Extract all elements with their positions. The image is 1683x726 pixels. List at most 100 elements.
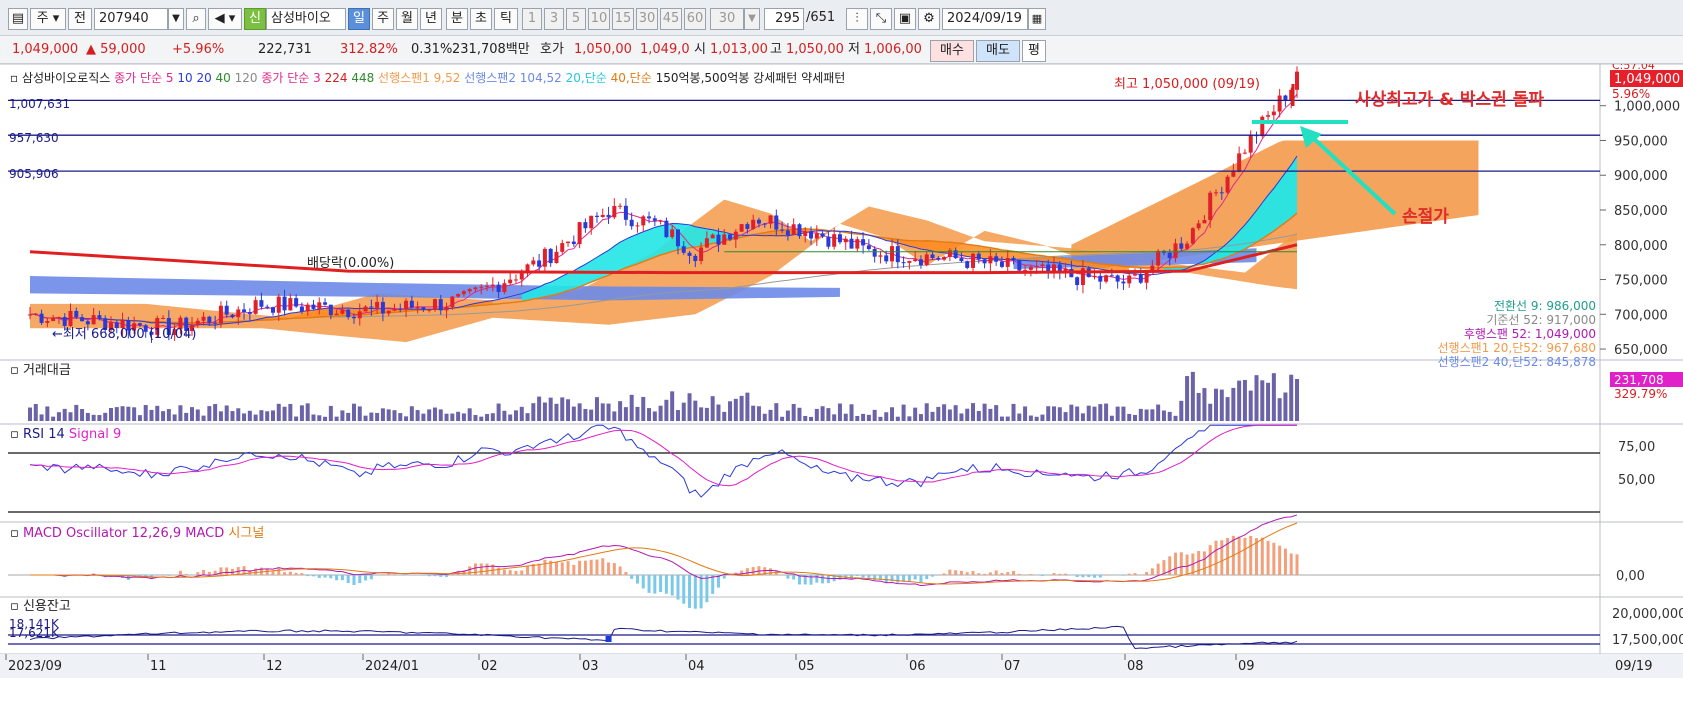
price-tick: 800,000 <box>1614 239 1668 254</box>
macd-osc-bar <box>792 575 796 580</box>
mode-select[interactable]: 주 ▾ <box>30 8 66 30</box>
candle-body <box>791 224 796 236</box>
compare-icon[interactable]: ⤡ <box>870 8 892 30</box>
period-year[interactable]: 년 <box>420 8 442 30</box>
candle-body <box>161 317 166 319</box>
volume-bar <box>1202 388 1207 421</box>
macd-osc-bar <box>526 566 530 575</box>
macd-osc-bar <box>300 573 304 575</box>
code-input[interactable]: 207940 <box>94 8 168 30</box>
macd-osc-bar <box>473 563 477 575</box>
macd-osc-bar <box>838 575 842 580</box>
period-month[interactable]: 월 <box>396 8 418 30</box>
sin-badge[interactable]: 신 <box>244 8 266 30</box>
volume-bar <box>797 407 802 421</box>
minute-60[interactable]: 60 <box>684 8 706 30</box>
macd-osc-bar <box>682 575 686 604</box>
volume-bar <box>924 403 929 421</box>
code-dropdown-icon[interactable]: ▼ <box>168 8 184 30</box>
volume-bar <box>566 399 571 421</box>
legend-item: 종가 단순 3 <box>258 71 321 85</box>
volume-bar <box>913 407 918 421</box>
volume-bar <box>386 409 391 421</box>
candle-body <box>594 215 599 217</box>
volume-bar <box>1190 371 1195 421</box>
minute-1[interactable]: 1 <box>522 8 542 30</box>
macd-osc-bar <box>514 571 518 575</box>
legend-item: 10 <box>174 71 193 85</box>
minute-3[interactable]: 3 <box>544 8 564 30</box>
chart-menu-icon[interactable]: ▤ <box>8 8 28 30</box>
volume-bar <box>224 405 229 421</box>
volume-bar <box>728 401 733 421</box>
minute-15[interactable]: 15 <box>612 8 634 30</box>
period-day[interactable]: 일 <box>348 8 370 30</box>
interval-input[interactable]: 30 <box>710 8 744 30</box>
candle-body <box>745 224 750 229</box>
candle-body <box>566 241 571 244</box>
x-tick-label: 11 <box>150 659 167 674</box>
calendar-icon[interactable]: ▦ <box>1028 8 1046 30</box>
legend-item: 종가 단순 5 <box>110 71 173 85</box>
price-tick: 1,000,000 <box>1614 100 1680 115</box>
minute-5[interactable]: 5 <box>566 8 586 30</box>
stock-name-field[interactable]: 삼성바이오 <box>266 8 346 30</box>
macd-osc-bar <box>994 570 998 575</box>
x-tick-label: 2023/09 <box>8 659 62 674</box>
candle-body <box>959 258 964 262</box>
date-input[interactable]: 2024/09/19 <box>942 8 1028 30</box>
save-icon[interactable]: ▣ <box>894 8 916 30</box>
jeon-button[interactable]: 전 <box>68 8 92 30</box>
chart-area[interactable]: 1,000,000 950,000 900,000 850,000 800,000 750… <box>0 64 1683 726</box>
ichimoku-label: 후행스팬 52: 1,049,000 <box>1464 326 1596 341</box>
interval-dropdown-icon[interactable]: ▼ <box>744 8 760 30</box>
period-minute[interactable]: 분 <box>446 8 468 30</box>
low-annotation: ←최저 668,000 (10/04) <box>52 327 196 342</box>
search-icon[interactable]: ⌕ <box>186 8 206 30</box>
candle-body <box>855 239 860 249</box>
candle-body <box>722 234 727 245</box>
period-tick[interactable]: 틱 <box>494 8 518 30</box>
period-second[interactable]: 초 <box>470 8 492 30</box>
candle-body <box>652 218 657 221</box>
macd-osc-bar <box>1139 574 1143 575</box>
macd-osc-bar <box>1220 540 1224 575</box>
volume-bar <box>548 397 553 421</box>
speaker-icon[interactable]: ◀ ▾ <box>208 8 242 30</box>
macd-osc-bar <box>1156 563 1160 575</box>
quote-ask: 1,050,00 <box>574 42 632 57</box>
volume-bar <box>473 415 478 421</box>
macd-osc-bar <box>202 569 206 575</box>
volume-bar <box>421 413 426 421</box>
candle-body <box>1190 228 1195 244</box>
avg-button[interactable]: 평 <box>1022 40 1046 62</box>
top-cut-label: C:57.04 <box>1612 64 1655 72</box>
candle-type-icon[interactable]: ⫶ <box>846 8 868 30</box>
volume-bar <box>1161 410 1166 421</box>
volume-bar <box>837 403 842 421</box>
minute-10[interactable]: 10 <box>588 8 610 30</box>
period-week[interactable]: 주 <box>372 8 394 30</box>
macd-title-text: MACD Oscillator 12,26,9 <box>23 526 181 541</box>
count-input[interactable]: 295 <box>764 8 804 30</box>
price-tick: 700,000 <box>1614 308 1668 323</box>
candle-body <box>253 300 258 314</box>
candle-body <box>999 261 1004 267</box>
volume-bar <box>1179 400 1184 421</box>
macd-osc-bar <box>1029 574 1033 575</box>
buy-button[interactable]: 매수 <box>930 40 974 62</box>
volume-bar <box>409 406 414 421</box>
settings-gear-icon[interactable]: ⚙ <box>918 8 940 30</box>
rsi-signal-text: Signal 9 <box>69 427 121 442</box>
toolbar-main: ▤ 주 ▾ 전 207940 ▼ ⌕ ◀ ▾ 신 삼성바이오 일 주 월 년 분… <box>0 0 1683 36</box>
candle-body <box>629 219 634 227</box>
quote-change: ▲ 59,000 <box>86 42 146 57</box>
sell-button[interactable]: 매도 <box>976 40 1020 62</box>
macd-osc-bar <box>381 574 385 575</box>
volume-bar <box>693 400 698 421</box>
candle-body <box>971 253 976 268</box>
candle-body <box>785 230 790 236</box>
candle-body <box>328 304 333 316</box>
minute-45[interactable]: 45 <box>660 8 682 30</box>
minute-30[interactable]: 30 <box>636 8 658 30</box>
